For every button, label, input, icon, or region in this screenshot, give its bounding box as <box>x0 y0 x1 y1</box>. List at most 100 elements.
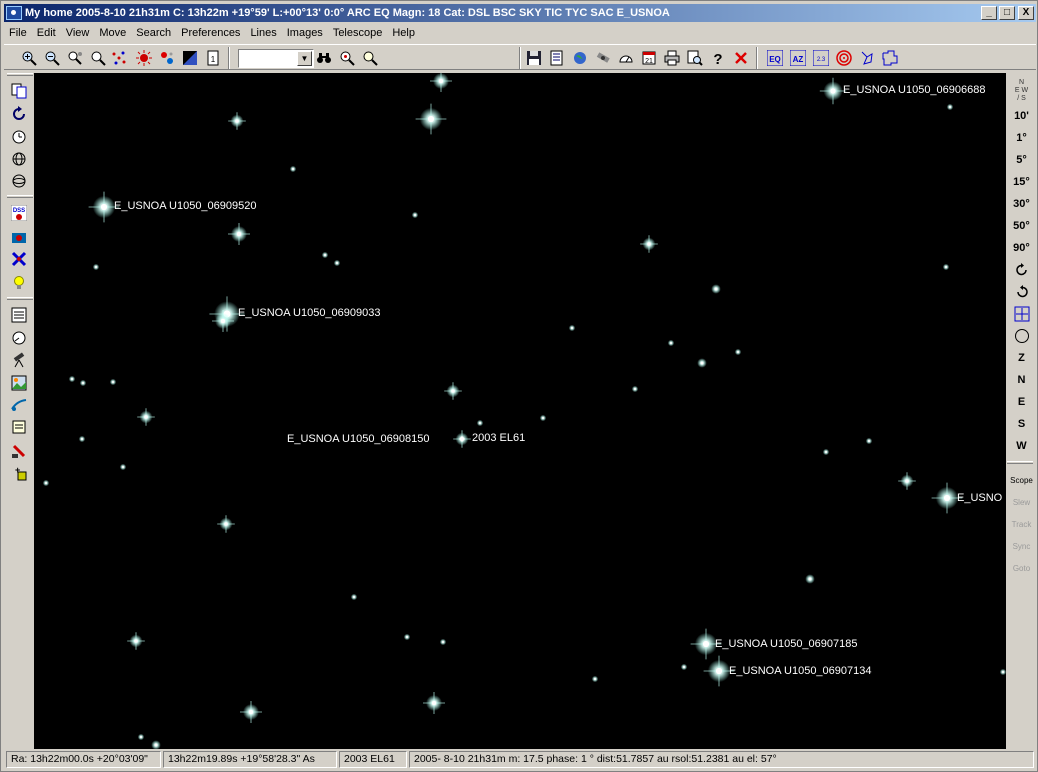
horizon-picture-icon[interactable] <box>9 373 29 393</box>
help-icon[interactable]: ? <box>708 48 728 68</box>
find-icon[interactable] <box>88 48 108 68</box>
star[interactable] <box>430 73 452 92</box>
star[interactable] <box>697 358 707 368</box>
label-usno-edge[interactable]: E_USNO <box>957 492 1002 504</box>
slew-button[interactable]: Slew <box>1008 493 1035 513</box>
zoom-out-icon[interactable] <box>42 48 62 68</box>
star[interactable] <box>228 223 250 245</box>
menu-preferences[interactable]: Preferences <box>176 24 245 42</box>
planets-icon[interactable] <box>157 48 177 68</box>
star[interactable] <box>79 379 87 387</box>
menu-edit[interactable]: Edit <box>32 24 61 42</box>
fov-15deg-button[interactable]: 15° <box>1008 172 1035 192</box>
label-u1050-06908150[interactable]: E_USNOA U1050_06908150 <box>287 433 430 445</box>
star[interactable] <box>476 419 484 427</box>
star[interactable] <box>151 740 161 749</box>
zoom-page-icon[interactable] <box>685 48 705 68</box>
star[interactable] <box>415 103 447 135</box>
label-u1050-06909520[interactable]: E_USNOA U1050_06909520 <box>114 200 257 212</box>
horizon-sphere-icon[interactable] <box>9 171 29 191</box>
star[interactable] <box>137 733 145 741</box>
az-grid-icon[interactable]: AZ <box>788 48 808 68</box>
star[interactable] <box>127 632 145 650</box>
flip-view-icon[interactable] <box>1008 304 1035 324</box>
label-u1050-06907185[interactable]: E_USNOA U1050_06907185 <box>715 638 858 650</box>
star[interactable] <box>631 385 639 393</box>
fov-90deg-button[interactable]: 90° <box>1008 238 1035 258</box>
zoom-in-icon[interactable] <box>19 48 39 68</box>
maximize-button[interactable]: □ <box>999 6 1015 20</box>
star[interactable] <box>68 375 76 383</box>
clock-icon[interactable] <box>9 126 29 146</box>
fov-30deg-button[interactable]: 30° <box>1008 194 1035 214</box>
binoculars-icon[interactable] <box>314 48 334 68</box>
sky-chart[interactable]: E_USNOA U1050_06906688 E_USNOA U1050_069… <box>34 73 1006 749</box>
ecl-grid-icon[interactable]: 2.3 <box>811 48 831 68</box>
menu-images[interactable]: Images <box>282 24 328 42</box>
close-button[interactable]: X <box>1018 6 1034 20</box>
dial-icon[interactable] <box>9 328 29 348</box>
palette-icon[interactable] <box>180 48 200 68</box>
star-field[interactable] <box>34 73 1006 749</box>
menu-help[interactable]: Help <box>387 24 420 42</box>
compass-widget[interactable]: N E W / S <box>1009 79 1034 109</box>
eq-grid-icon[interactable]: EQ <box>765 48 785 68</box>
fov-combo[interactable]: ▼ <box>238 49 314 68</box>
label-2003-el61[interactable]: 2003 EL61 <box>472 432 525 444</box>
menu-view[interactable]: View <box>61 24 95 42</box>
star[interactable] <box>711 284 721 294</box>
star[interactable] <box>640 235 658 253</box>
label-u1050-06906688[interactable]: E_USNOA U1050_06906688 <box>843 84 986 96</box>
save-icon[interactable] <box>524 48 544 68</box>
circle-view-icon[interactable] <box>1008 326 1035 346</box>
report-icon[interactable] <box>547 48 567 68</box>
label-u1050-06907134[interactable]: E_USNOA U1050_06907134 <box>729 665 872 677</box>
direction-east-button[interactable]: E <box>1008 392 1035 412</box>
rotate-ccw-icon[interactable] <box>1008 282 1035 302</box>
notes-icon[interactable] <box>9 417 29 437</box>
page-icon[interactable]: 1 <box>203 48 223 68</box>
fov-50deg-button[interactable]: 50° <box>1008 216 1035 236</box>
pen-icon[interactable] <box>9 441 29 461</box>
eclipse-icon[interactable] <box>134 48 154 68</box>
target-icon[interactable] <box>834 48 854 68</box>
star[interactable] <box>240 701 262 723</box>
minimize-button[interactable]: _ <box>981 6 997 20</box>
add-object-icon[interactable]: + <box>9 463 29 483</box>
constellation-lines-icon[interactable] <box>857 48 877 68</box>
menu-move[interactable]: Move <box>94 24 131 42</box>
star[interactable] <box>734 348 742 356</box>
lightbulb-icon[interactable] <box>9 273 29 293</box>
chevron-down-icon[interactable]: ▼ <box>297 51 312 66</box>
nebula-icon[interactable] <box>9 249 29 269</box>
fov-10arcmin-button[interactable]: 10' <box>1008 106 1035 126</box>
refresh-icon[interactable] <box>9 104 29 124</box>
telescope-icon[interactable] <box>9 350 29 370</box>
star[interactable] <box>78 435 86 443</box>
star[interactable] <box>411 211 419 219</box>
direction-west-button[interactable]: W <box>1008 436 1035 456</box>
star[interactable] <box>439 638 447 646</box>
star[interactable] <box>92 263 100 271</box>
star[interactable] <box>423 692 445 714</box>
direction-south-button[interactable]: S <box>1008 414 1035 434</box>
app-icon[interactable] <box>6 6 22 20</box>
star[interactable] <box>822 448 830 456</box>
menu-search[interactable]: Search <box>131 24 176 42</box>
direction-zenith-button[interactable]: Z <box>1008 348 1035 368</box>
star[interactable] <box>42 479 50 487</box>
globe-icon[interactable] <box>570 48 590 68</box>
track-button[interactable]: Track <box>1008 515 1035 535</box>
fov-1deg-button[interactable]: 1° <box>1008 128 1035 148</box>
dss-icon[interactable]: DSS <box>9 203 29 223</box>
calendar-icon[interactable]: 21 <box>639 48 659 68</box>
star[interactable] <box>444 382 462 400</box>
star[interactable] <box>321 251 329 259</box>
star[interactable] <box>119 463 127 471</box>
star[interactable] <box>568 324 576 332</box>
star[interactable] <box>898 472 916 490</box>
close-red-icon[interactable] <box>731 48 751 68</box>
constellation-icon[interactable] <box>109 48 129 68</box>
star[interactable] <box>333 259 341 267</box>
goto-button[interactable]: Goto <box>1008 559 1035 579</box>
